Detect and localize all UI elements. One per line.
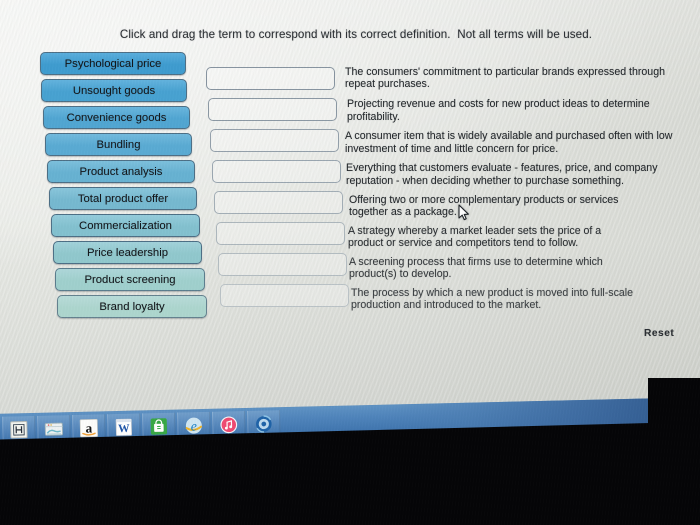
taskbar-item-system-refresh[interactable] <box>246 410 281 438</box>
definition-text: Offering two or more complementary produ… <box>349 193 619 219</box>
microsoft-word-icon: W <box>115 418 132 436</box>
term-label: Price leadership <box>86 246 168 259</box>
drop-target[interactable] <box>218 253 347 276</box>
drop-target[interactable] <box>212 160 341 183</box>
taskbar-icon-strip: a W e <box>2 410 281 444</box>
term-label: Convenience goods <box>66 111 167 124</box>
term-chip[interactable]: Total product offer <box>49 187 197 210</box>
drop-target[interactable] <box>216 222 345 245</box>
definition-column: The consumers' commitment to particular … <box>345 66 681 318</box>
svg-text:W: W <box>118 423 130 435</box>
reset-button[interactable]: Reset <box>644 328 674 339</box>
instruction-text: Click and drag the term to correspond wi… <box>119 28 593 41</box>
taskbar-item-file-explorer[interactable] <box>37 415 71 443</box>
term-chip[interactable]: Convenience goods <box>43 106 190 129</box>
taskbar-item-microsoft-store[interactable] <box>142 412 176 441</box>
term-chip[interactable]: Product screening <box>55 268 205 291</box>
term-label: Commercialization <box>79 219 172 232</box>
term-label: Brand loyalty <box>99 300 165 313</box>
hp-support-assistant-icon <box>10 421 28 439</box>
itunes-icon <box>220 416 238 434</box>
term-chip[interactable]: Unsought goods <box>41 79 187 102</box>
file-explorer-icon <box>44 422 63 436</box>
taskbar-item-hp-support-assistant[interactable] <box>2 415 36 444</box>
svg-text:e: e <box>191 419 197 434</box>
term-chip[interactable]: Brand loyalty <box>57 295 207 318</box>
system-refresh-icon <box>256 415 272 433</box>
drop-target[interactable] <box>220 284 349 307</box>
term-chip[interactable]: Bundling <box>45 133 192 156</box>
term-label: Unsought goods <box>72 84 156 97</box>
term-chip[interactable]: Commercialization <box>51 214 200 237</box>
taskbar-item-internet-explorer[interactable]: e <box>177 411 211 440</box>
term-label: Bundling <box>96 138 141 151</box>
definition-text: The consumers' commitment to particular … <box>345 66 665 91</box>
definition-text: A strategy whereby a market leader sets … <box>348 225 602 250</box>
taskbar-item-microsoft-word[interactable]: W <box>107 413 141 442</box>
microsoft-store-icon <box>150 418 168 435</box>
drop-target[interactable] <box>210 129 339 152</box>
taskbar-item-itunes[interactable] <box>212 410 246 439</box>
term-label: Total product offer <box>77 192 169 205</box>
term-label: Product screening <box>84 273 176 286</box>
definition-text: Everything that customers evaluate - fea… <box>346 162 658 187</box>
term-chip[interactable]: Psychological price <box>40 52 186 75</box>
term-label: Product analysis <box>79 165 163 178</box>
drop-target[interactable] <box>208 98 337 121</box>
definition-text: A consumer item that is widely available… <box>345 130 673 155</box>
definition-text: Projecting revenue and costs for new pro… <box>347 98 650 123</box>
mouse-cursor-icon <box>458 204 469 221</box>
definition-text: A screening process that firms use to de… <box>349 256 603 281</box>
photographed-screen: Click and drag the term to correspond wi… <box>0 0 700 525</box>
term-chip[interactable]: Product analysis <box>47 160 195 183</box>
definition-text: The process by which a new product is mo… <box>351 287 634 312</box>
internet-explorer-icon: e <box>185 417 203 434</box>
drop-target[interactable] <box>214 191 343 214</box>
drop-target-column <box>206 67 349 315</box>
svg-text:a: a <box>85 420 92 435</box>
taskbar-item-amazon[interactable]: a <box>72 414 106 443</box>
term-chip[interactable]: Price leadership <box>53 241 202 264</box>
quiz-page: Click and drag the term to correspond wi… <box>6 4 700 424</box>
term-label: Psychological price <box>64 57 162 70</box>
drop-target[interactable] <box>206 67 335 90</box>
amazon-icon: a <box>79 419 98 438</box>
term-bank: Psychological price Unsought goods Conve… <box>40 52 226 322</box>
